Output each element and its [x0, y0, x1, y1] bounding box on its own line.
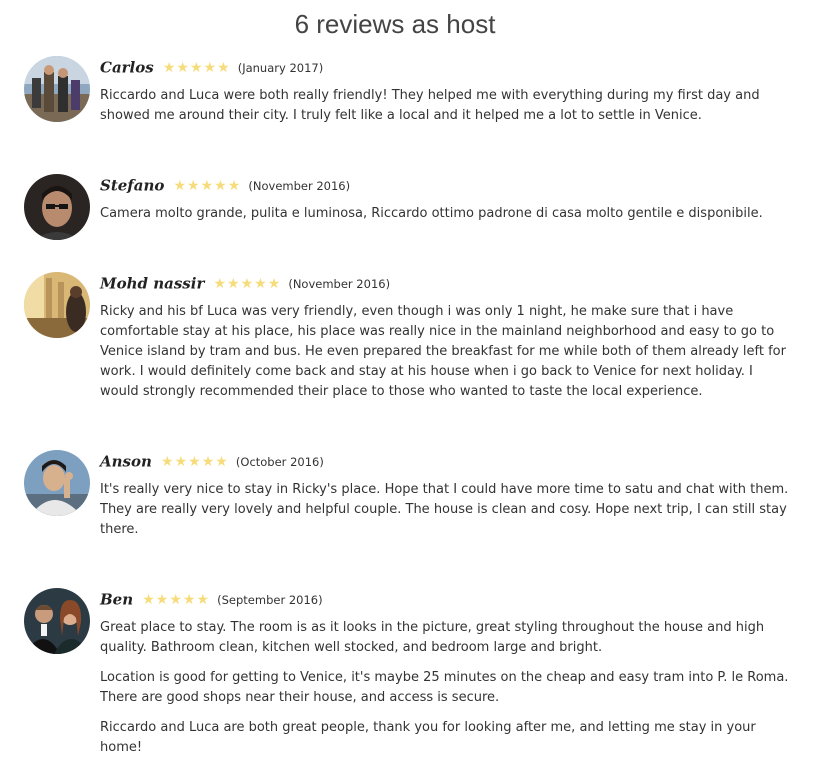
star-icon: ★ [227, 276, 240, 292]
review-date: (November 2016) [248, 178, 351, 193]
star-rating: ★★★★★ [213, 272, 281, 295]
star-icon: ★ [162, 60, 176, 76]
reviewer-name[interactable]: Ben [100, 591, 133, 609]
review-date: (November 2016) [288, 276, 391, 291]
star-icon: ★ [187, 178, 200, 194]
star-icon: ★ [188, 454, 201, 470]
review-date: (September 2016) [217, 592, 323, 607]
star-icon: ★ [182, 592, 196, 608]
star-icon: ★ [213, 276, 226, 292]
review-text: Riccardo and Luca were both really frien… [100, 88, 760, 123]
star-icon: ★ [201, 454, 215, 470]
star-icon: ★ [214, 178, 227, 194]
star-rating: ★★★★★ [142, 588, 210, 611]
reviewer-avatar[interactable] [24, 174, 90, 240]
reviews-heading: 6 reviews as host [294, 9, 496, 39]
reviewer-avatar[interactable] [24, 56, 90, 122]
review-text: Location is good for getting to Venice, … [100, 670, 789, 705]
star-rating: ★★★★★ [173, 174, 241, 197]
star-rating: ★★★★★ [161, 450, 229, 473]
reviewer-name[interactable]: Anson [100, 453, 152, 471]
review-text: Ricky and his bf Luca was very friendly,… [100, 304, 786, 399]
star-icon: ★ [155, 592, 169, 608]
review-date: (January 2017) [237, 60, 324, 75]
review-text: Great place to stay. The room is as it l… [100, 620, 765, 655]
star-rating: ★★★★★ [163, 56, 231, 79]
star-icon: ★ [267, 276, 281, 292]
star-icon: ★ [215, 454, 228, 470]
reviewer-name[interactable]: Mohd nassir [100, 275, 204, 293]
star-icon: ★ [254, 276, 267, 292]
reviewer-name[interactable]: Carlos [100, 59, 154, 77]
review-text: It's really very nice to stay in Ricky's… [100, 482, 789, 537]
reviewer-avatar[interactable] [24, 272, 90, 338]
star-icon: ★ [240, 276, 254, 292]
star-icon: ★ [161, 454, 174, 470]
star-icon: ★ [217, 60, 230, 76]
star-icon: ★ [200, 178, 214, 194]
reviewer-avatar[interactable] [24, 450, 90, 516]
star-icon: ★ [203, 60, 217, 76]
review-text: Riccardo and Luca are both great people,… [100, 720, 756, 755]
review-text: Camera molto grande, pulita e luminosa, … [100, 206, 763, 221]
star-icon: ★ [189, 60, 203, 76]
star-icon: ★ [196, 592, 210, 608]
star-icon: ★ [176, 60, 189, 76]
review-date: (October 2016) [235, 454, 324, 469]
reviewer-avatar[interactable] [24, 588, 90, 654]
reviewer-name[interactable]: Stefano [100, 177, 164, 195]
star-icon: ★ [173, 178, 187, 194]
star-icon: ★ [169, 592, 182, 608]
star-icon: ★ [142, 592, 155, 608]
star-icon: ★ [227, 178, 241, 194]
star-icon: ★ [174, 454, 188, 470]
